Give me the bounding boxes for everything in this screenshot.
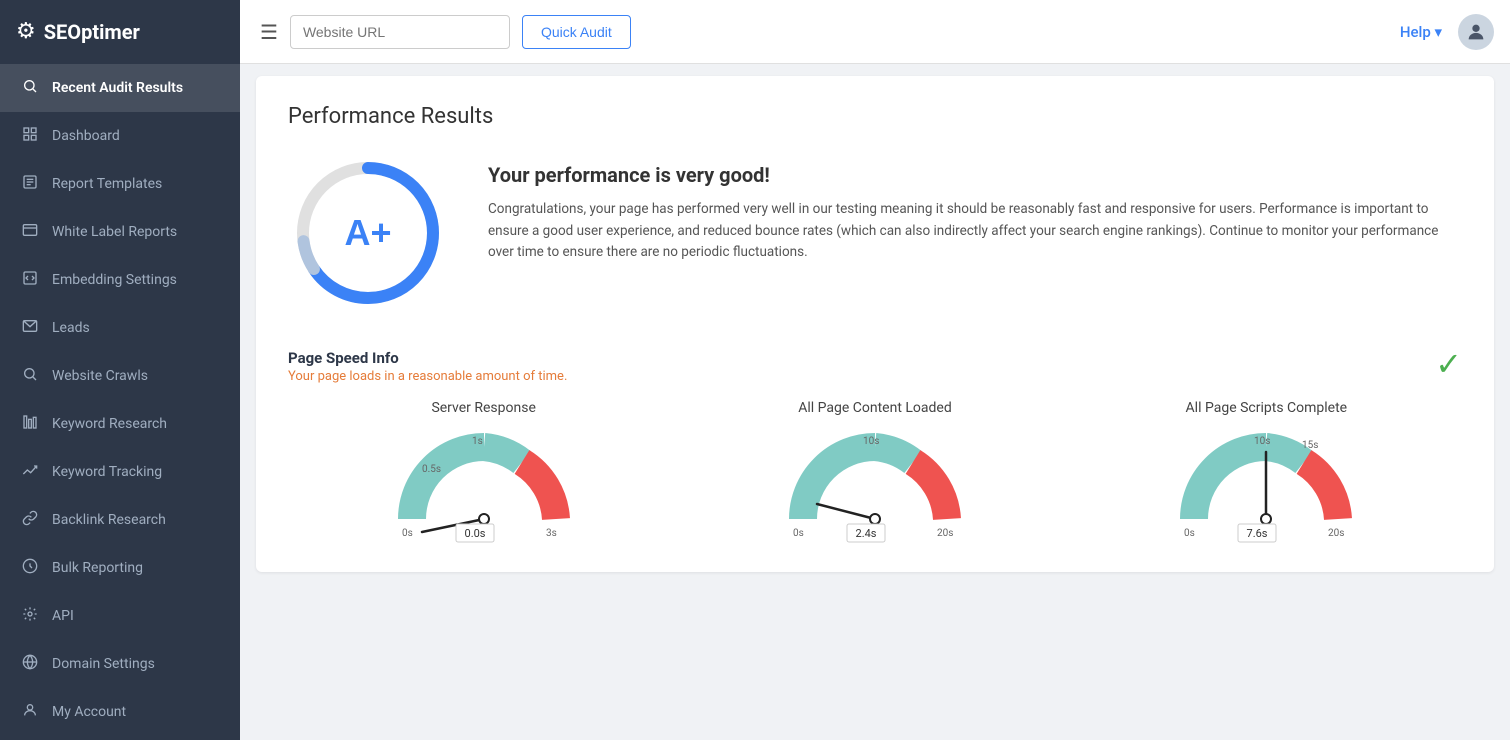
sidebar-label-embedding: Embedding Settings <box>52 272 177 288</box>
sidebar-label-recent-audit: Recent Audit Results <box>52 80 183 96</box>
api-icon <box>20 606 40 626</box>
sidebar-item-leads[interactable]: Leads <box>0 304 240 352</box>
gauge-content-loaded: All Page Content Loaded 0s 10s 20s <box>679 400 1070 544</box>
gauge-server-response: Server Response 0s 0.5s 1s <box>288 400 679 544</box>
svg-text:0s: 0s <box>1184 528 1195 539</box>
grade-section: A+ Your performance is very good! Congra… <box>288 153 1462 317</box>
sidebar-label-keyword-tracking: Keyword Tracking <box>52 464 162 480</box>
gauge-label-0: Server Response <box>431 400 535 416</box>
sidebar-item-backlink-research[interactable]: Backlink Research <box>0 496 240 544</box>
backlink-icon <box>20 510 40 530</box>
keyword-research-icon <box>20 414 40 434</box>
svg-text:20s: 20s <box>937 528 953 539</box>
logo-area: ⚙ SEOptimer <box>0 0 240 64</box>
gauge-svg-0: 0s 0.5s 1s 3s 0.0s <box>384 424 584 544</box>
sidebar-item-report-templates[interactable]: Report Templates <box>0 160 240 208</box>
speed-title: Page Speed Info <box>288 349 567 367</box>
leads-icon <box>20 318 40 338</box>
sidebar-item-keyword-tracking[interactable]: Keyword Tracking <box>0 448 240 496</box>
sidebar-item-domain-settings[interactable]: Domain Settings <box>0 640 240 688</box>
sidebar-item-bulk-reporting[interactable]: Bulk Reporting <box>0 544 240 592</box>
svg-text:3s: 3s <box>546 528 557 539</box>
panel-title: Performance Results <box>288 104 1462 129</box>
keyword-tracking-icon <box>20 462 40 482</box>
svg-text:2.4s: 2.4s <box>856 527 877 540</box>
svg-text:A+: A+ <box>344 212 391 253</box>
sidebar-label-website-crawls: Website Crawls <box>52 368 148 384</box>
website-crawls-icon <box>20 366 40 386</box>
sidebar-item-embedding[interactable]: Embedding Settings <box>0 256 240 304</box>
main-layout: Recent Audit Results Dashboard Report Te… <box>0 64 1510 740</box>
url-input[interactable] <box>290 15 510 49</box>
embedding-icon <box>20 270 40 290</box>
sidebar-item-white-label[interactable]: White Label Reports <box>0 208 240 256</box>
sidebar-label-domain-settings: Domain Settings <box>52 656 155 672</box>
sidebar-label-my-account: My Account <box>52 704 126 720</box>
dashboard-icon <box>20 126 40 146</box>
grade-text-block: Your performance is very good! Congratul… <box>488 153 1462 264</box>
logo-icon: ⚙ <box>16 19 36 44</box>
grade-svg: A+ <box>288 153 448 313</box>
grade-circle: A+ <box>288 153 448 317</box>
sidebar-label-report-templates: Report Templates <box>52 176 162 192</box>
sidebar-item-my-account[interactable]: My Account <box>0 688 240 736</box>
hamburger-button[interactable]: ☰ <box>260 20 278 44</box>
grade-headline: Your performance is very good! <box>488 163 1462 187</box>
grade-description: Congratulations, your page has performed… <box>488 199 1462 264</box>
svg-text:10s: 10s <box>863 436 879 447</box>
svg-text:10s: 10s <box>1254 436 1270 447</box>
svg-text:1s: 1s <box>472 436 483 447</box>
sidebar-item-recent-audit[interactable]: Recent Audit Results <box>0 64 240 112</box>
speed-subtitle: Your page loads in a reasonable amount o… <box>288 369 567 384</box>
bulk-reporting-icon <box>20 558 40 578</box>
gauge-label-1: All Page Content Loaded <box>798 400 952 416</box>
logo-text: SEOptimer <box>44 20 140 44</box>
sidebar-label-api: API <box>52 608 74 624</box>
page-speed-section: Page Speed Info Your page loads in a rea… <box>288 349 1462 544</box>
quick-audit-button[interactable]: Quick Audit <box>522 15 631 49</box>
performance-panel: Performance Results A+ <box>256 76 1494 572</box>
gauge-svg-2: 0s 10s 15s 20s 7.6s <box>1166 424 1366 544</box>
svg-text:0s: 0s <box>402 528 413 539</box>
svg-text:15s: 15s <box>1302 440 1318 451</box>
sidebar-label-white-label: White Label Reports <box>52 224 177 240</box>
sidebar-label-dashboard: Dashboard <box>52 128 120 144</box>
svg-text:0.5s: 0.5s <box>422 464 441 475</box>
sidebar-item-api[interactable]: API <box>0 592 240 640</box>
help-button[interactable]: Help ▾ <box>1400 23 1442 41</box>
gauge-label-2: All Page Scripts Complete <box>1186 400 1348 416</box>
report-templates-icon <box>20 174 40 194</box>
sidebar-label-leads: Leads <box>52 320 90 336</box>
svg-text:20s: 20s <box>1328 528 1344 539</box>
svg-text:0s: 0s <box>793 528 804 539</box>
domain-settings-icon <box>20 654 40 674</box>
svg-text:0.0s: 0.0s <box>464 527 485 540</box>
user-avatar[interactable] <box>1458 14 1494 50</box>
sidebar: Recent Audit Results Dashboard Report Te… <box>0 64 240 740</box>
speed-header: Page Speed Info Your page loads in a rea… <box>288 349 1462 384</box>
sidebar-label-keyword-research: Keyword Research <box>52 416 167 432</box>
sidebar-item-dashboard[interactable]: Dashboard <box>0 112 240 160</box>
sidebar-item-keyword-research[interactable]: Keyword Research <box>0 400 240 448</box>
search-icon <box>20 78 40 98</box>
gauge-svg-1: 0s 10s 20s 2.4s <box>775 424 975 544</box>
gauges-row: Server Response 0s 0.5s 1s <box>288 400 1462 544</box>
topnav: ⚙ SEOptimer ☰ Quick Audit Help ▾ <box>0 0 1510 64</box>
sidebar-label-backlink-research: Backlink Research <box>52 512 166 528</box>
topnav-right: Help ▾ <box>1400 14 1494 50</box>
white-label-icon <box>20 222 40 242</box>
content-area: Performance Results A+ <box>240 64 1510 740</box>
my-account-icon <box>20 702 40 722</box>
sidebar-item-website-crawls[interactable]: Website Crawls <box>0 352 240 400</box>
svg-text:7.6s: 7.6s <box>1247 527 1268 540</box>
gauge-scripts-complete: All Page Scripts Complete 0s 10s 15s <box>1071 400 1462 544</box>
sidebar-label-bulk-reporting: Bulk Reporting <box>52 560 143 576</box>
checkmark-icon: ✓ <box>1435 345 1462 383</box>
